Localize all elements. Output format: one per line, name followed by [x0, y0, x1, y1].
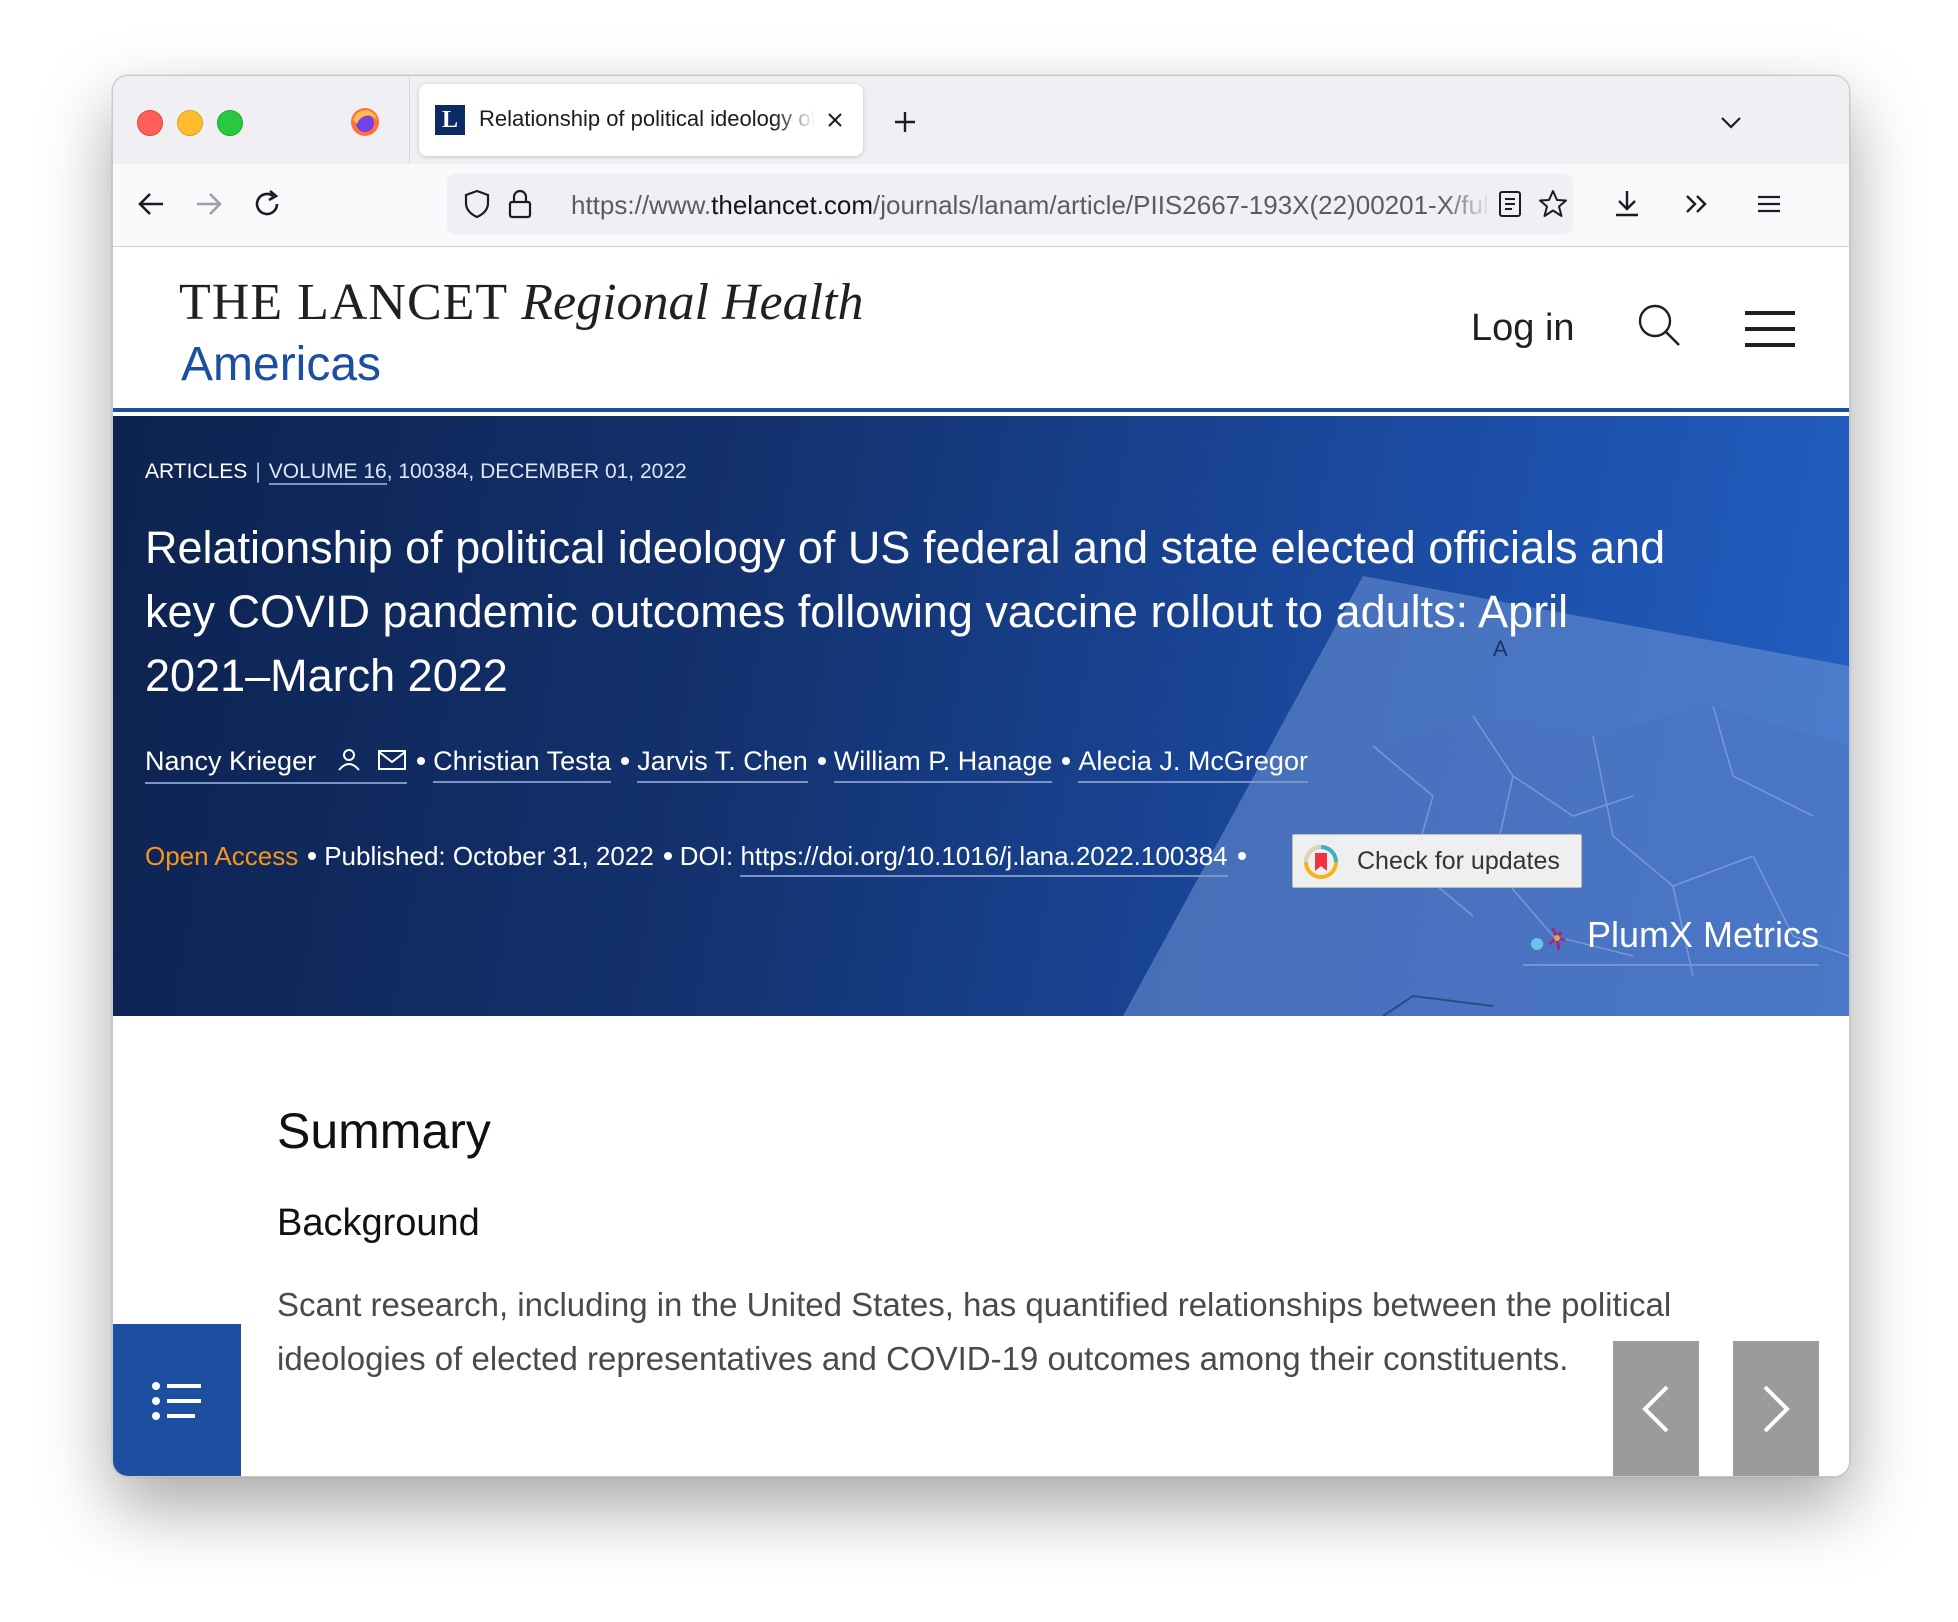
navigation-toolbar: https://www.thelancet.com/journals/lanam…	[113, 164, 1849, 247]
address-bar[interactable]: https://www.thelancet.com/journals/lanam…	[447, 174, 1573, 234]
list-icon	[152, 1382, 201, 1420]
tab-title: Relationship of political ideology of US…	[479, 106, 815, 131]
search-icon[interactable]	[1635, 301, 1683, 349]
issue-info: , 100384, DECEMBER 01, 2022	[386, 460, 687, 483]
tab-strip: L Relationship of political ideology of …	[113, 76, 1849, 164]
volume-link[interactable]: VOLUME 16	[268, 460, 387, 485]
email-icon[interactable]	[377, 749, 407, 771]
brand-italic: Regional Health	[521, 274, 864, 331]
separator-dot	[1062, 756, 1071, 765]
brand-sub[interactable]: Americas	[181, 337, 381, 392]
author-list: Nancy Krieger Christian Testa Jarvis T. C…	[145, 746, 1308, 785]
article-meta: Open Access Published: October 31, 2022 DO…	[145, 841, 1254, 877]
back-arrow-icon[interactable]	[133, 186, 169, 222]
separator-dot	[1237, 852, 1246, 861]
forward-arrow-icon[interactable]	[191, 186, 227, 222]
author-link[interactable]: Alecia J. McGregor	[1078, 746, 1308, 783]
lancet-favicon: L	[435, 105, 465, 135]
doi-link[interactable]: https://doi.org/10.1016/j.lana.2022.1003…	[740, 841, 1228, 877]
tab-separator	[409, 76, 410, 164]
separator-dot	[817, 756, 826, 765]
check-for-updates-button[interactable]: Check for updates	[1292, 834, 1582, 888]
crossmark-icon	[1304, 845, 1338, 879]
plumx-metrics-link[interactable]: PlumX Metrics	[1523, 912, 1823, 966]
overflow-chevrons-icon[interactable]	[1679, 186, 1715, 222]
shield-icon[interactable]	[461, 188, 493, 220]
journal-logo[interactable]: THE LANCET Regional Health	[179, 273, 864, 332]
author-link[interactable]: Nancy Krieger	[145, 746, 408, 785]
article-hero: A ARTICLES | VOLUME 16, 100384, DECEMBER 0…	[113, 416, 1849, 1016]
author-link[interactable]: William P. Hanage	[833, 746, 1053, 783]
check-for-updates-label: Check for updates	[1357, 847, 1560, 875]
app-menu-icon[interactable]	[1751, 186, 1787, 222]
article-title: Relationship of political ideology of US…	[145, 522, 1666, 701]
firefox-view-icon[interactable]	[349, 106, 381, 138]
downloads-icon[interactable]	[1609, 186, 1645, 222]
new-tab-icon[interactable]	[889, 106, 921, 138]
minimize-window-button[interactable]	[177, 110, 203, 136]
author-name: Nancy Krieger	[145, 746, 317, 776]
brand-main: THE LANCET	[179, 274, 508, 331]
published-label: Published:	[324, 841, 446, 871]
plumx-icon	[1531, 927, 1566, 951]
bookmark-star-icon[interactable]	[1537, 188, 1569, 220]
login-link[interactable]: Log in	[1471, 307, 1575, 350]
chevron-down-icon[interactable]	[1717, 108, 1745, 136]
browser-window: L Relationship of political ideology of …	[112, 75, 1850, 1477]
close-tab-icon[interactable]	[823, 108, 847, 132]
open-access-badge: Open Access	[145, 841, 299, 871]
article-breadcrumb: ARTICLES | VOLUME 16, 100384, DECEMBER 01,…	[145, 460, 687, 485]
background-heading: Background	[277, 1202, 480, 1244]
separator-dot	[308, 852, 317, 861]
background-paragraph: Scant research, including in the United …	[277, 1286, 1672, 1377]
doi-label: DOI:	[679, 841, 734, 871]
hamburger-menu-icon[interactable]	[1743, 309, 1797, 349]
separator-dot	[621, 756, 630, 765]
site-header: THE LANCET Regional Health Americas Log …	[113, 247, 1849, 408]
next-article-button[interactable]	[1733, 1341, 1819, 1476]
person-icon[interactable]	[336, 747, 362, 772]
chevron-right-icon	[1763, 1385, 1790, 1433]
previous-article-button[interactable]	[1613, 1341, 1699, 1476]
table-of-contents-button[interactable]	[113, 1324, 241, 1476]
plumx-label: PlumX Metrics	[1587, 914, 1820, 955]
section-label[interactable]: ARTICLES	[145, 460, 247, 483]
zoom-window-button[interactable]	[217, 110, 243, 136]
separator-dot	[663, 852, 672, 861]
lock-icon[interactable]	[505, 188, 535, 220]
active-tab[interactable]: L Relationship of political ideology of …	[419, 84, 863, 156]
author-link[interactable]: Jarvis T. Chen	[637, 746, 808, 783]
separator-dot	[417, 756, 426, 765]
chevron-left-icon	[1642, 1385, 1669, 1433]
published-date: October 31, 2022	[452, 841, 654, 871]
close-window-button[interactable]	[137, 110, 163, 136]
plumx-underline	[1523, 964, 1819, 966]
web-page: THE LANCET Regional Health Americas Log …	[113, 247, 1849, 1476]
url-text[interactable]: https://www.thelancet.com/journals/lanam…	[571, 190, 1491, 220]
summary-heading: Summary	[277, 1103, 491, 1159]
reader-view-icon[interactable]	[1497, 190, 1523, 218]
author-link[interactable]: Christian Testa	[433, 746, 612, 783]
reload-icon[interactable]	[249, 186, 285, 222]
article-body: Summary Background Scant research, inclu…	[113, 1016, 1849, 1476]
